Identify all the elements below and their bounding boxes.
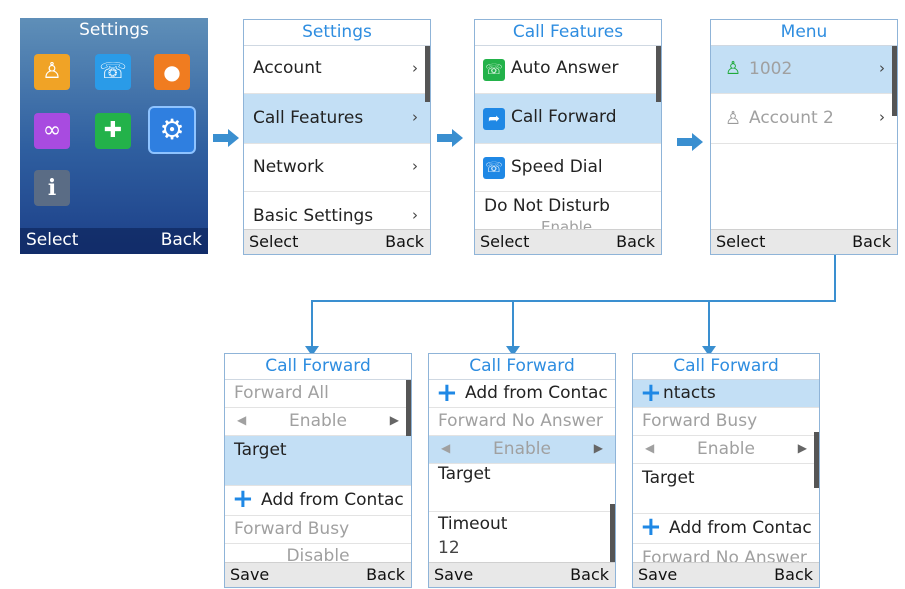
contacts-icon[interactable]: ♙ [34, 54, 70, 90]
scrollbar[interactable] [425, 46, 430, 102]
save-softkey[interactable]: Save [230, 565, 269, 584]
settings-softbar: Select Back [244, 229, 430, 254]
forward-busy-label: Forward Busy [633, 408, 819, 436]
timeout-value: 12 [438, 538, 460, 558]
forward-busy-label: Forward Busy [225, 516, 411, 544]
forward-no-answer-selector[interactable]: ◀ Enable ▶ [429, 436, 615, 464]
scrollbar[interactable] [406, 380, 411, 436]
menu-title: Menu [711, 20, 897, 46]
scrollbar[interactable] [814, 432, 819, 488]
messages-icon[interactable]: ● [154, 54, 190, 90]
flow-arrow-icon [677, 133, 703, 151]
speed-dial-item[interactable]: ☏ Speed Dial [475, 144, 661, 192]
call-forward-item[interactable]: ➦ Call Forward [475, 94, 661, 144]
flow-connector [311, 300, 313, 350]
add-from-contacts-button[interactable]: + Add from Contac [633, 514, 819, 544]
back-softkey[interactable]: Back [366, 565, 405, 584]
forward-all-label: Forward All [225, 380, 411, 408]
call-forward-screen-3: Call Forward + ntacts Forward Busy ◀ Ena… [632, 353, 820, 588]
settings-item-network[interactable]: Network › [244, 144, 430, 192]
account-active-icon: ♙ [725, 58, 742, 79]
scrollbar[interactable] [892, 46, 897, 116]
settings-item-basic-settings[interactable]: Basic Settings › [244, 192, 430, 232]
right-arrow-icon[interactable]: ▶ [594, 441, 603, 455]
back-softkey[interactable]: Back [852, 232, 891, 251]
calls-icon[interactable]: ☏ [95, 54, 131, 90]
flow-arrow-icon [213, 129, 239, 147]
account-2-item[interactable]: ♙ Account 2 › [711, 94, 897, 144]
security-icon[interactable]: ✚ [95, 113, 131, 149]
call-forward-screen-1: Call Forward Forward All ◀ Enable ▶ Targ… [224, 353, 412, 588]
call-features-softbar: Select Back [475, 229, 661, 254]
select-softkey[interactable]: Select [716, 232, 765, 251]
voicemail-icon[interactable]: ∞ [34, 113, 70, 149]
plus-icon: + [640, 512, 662, 542]
right-arrow-icon[interactable]: ▶ [390, 413, 399, 427]
select-softkey[interactable]: Select [249, 232, 298, 251]
account-1002-item[interactable]: ♙ 1002 › [711, 46, 897, 94]
plus-icon: + [640, 378, 662, 408]
back-softkey[interactable]: Back [570, 565, 609, 584]
timeout-field[interactable]: Timeout 12 [429, 512, 615, 566]
account-inactive-icon: ♙ [725, 108, 742, 129]
call-forward-softbar: Save Back [633, 562, 819, 587]
call-forward-title: Call Forward [225, 354, 411, 380]
settings-screen: Settings Account › Call Features › Network… [243, 19, 431, 255]
flow-connector [512, 300, 514, 350]
select-softkey[interactable]: Select [26, 230, 78, 250]
call-forward-softbar: Save Back [429, 562, 615, 587]
settings-title: Settings [244, 20, 430, 46]
flow-connector [311, 300, 836, 302]
settings-item-account[interactable]: Account › [244, 46, 430, 94]
back-softkey[interactable]: Back [774, 565, 813, 584]
scrollbar[interactable] [656, 46, 661, 102]
call-features-title: Call Features [475, 20, 661, 46]
call-features-screen: Call Features ☏ Auto Answer ➦ Call Forwa… [474, 19, 662, 255]
target-field[interactable]: Target [633, 464, 819, 514]
add-from-contacts-button[interactable]: + Add from Contac [429, 380, 615, 408]
info-icon[interactable]: i [34, 170, 70, 206]
back-softkey[interactable]: Back [385, 232, 424, 251]
scrollbar[interactable] [610, 504, 615, 562]
forward-no-answer-label: Forward No Answer [429, 408, 615, 436]
plus-icon: + [436, 378, 458, 408]
home-screen: Settings ♙ ☏ ● ∞ ✚ ⚙ i Select Back [20, 18, 208, 254]
flow-connector [834, 255, 836, 302]
menu-screen: Menu ♙ 1002 › ♙ Account 2 › Select Back [710, 19, 898, 255]
target-field[interactable]: Target [225, 436, 411, 486]
call-forward-icon: ➦ [483, 108, 505, 130]
select-softkey[interactable]: Select [480, 232, 529, 251]
settings-item-call-features[interactable]: Call Features › [244, 94, 430, 144]
settings-icon[interactable]: ⚙ [150, 108, 194, 152]
add-from-contacts-button[interactable]: + ntacts [633, 380, 819, 408]
call-forward-title: Call Forward [429, 354, 615, 380]
menu-softbar: Select Back [711, 229, 897, 254]
add-from-contacts-button[interactable]: + Add from Contac [225, 486, 411, 516]
call-forward-softbar: Save Back [225, 562, 411, 587]
speed-dial-icon: ☏ [483, 157, 505, 179]
forward-all-selector[interactable]: ◀ Enable ▶ [225, 408, 411, 436]
do-not-disturb-item[interactable]: Do Not Disturb Enable [475, 192, 661, 236]
home-softbar: Select Back [20, 228, 208, 254]
save-softkey[interactable]: Save [638, 565, 677, 584]
home-title: Settings [79, 20, 149, 40]
save-softkey[interactable]: Save [434, 565, 473, 584]
back-softkey[interactable]: Back [616, 232, 655, 251]
back-softkey[interactable]: Back [161, 230, 202, 250]
plus-icon: + [232, 484, 254, 514]
forward-busy-selector[interactable]: ◀ Enable ▶ [633, 436, 819, 464]
call-forward-screen-2: Call Forward + Add from Contac Forward N… [428, 353, 616, 588]
target-field[interactable]: Target [429, 464, 615, 512]
auto-answer-icon: ☏ [483, 59, 505, 81]
flow-arrow-icon [437, 129, 463, 147]
call-forward-title: Call Forward [633, 354, 819, 380]
auto-answer-item[interactable]: ☏ Auto Answer [475, 46, 661, 94]
flow-connector [708, 300, 710, 350]
right-arrow-icon[interactable]: ▶ [798, 441, 807, 455]
